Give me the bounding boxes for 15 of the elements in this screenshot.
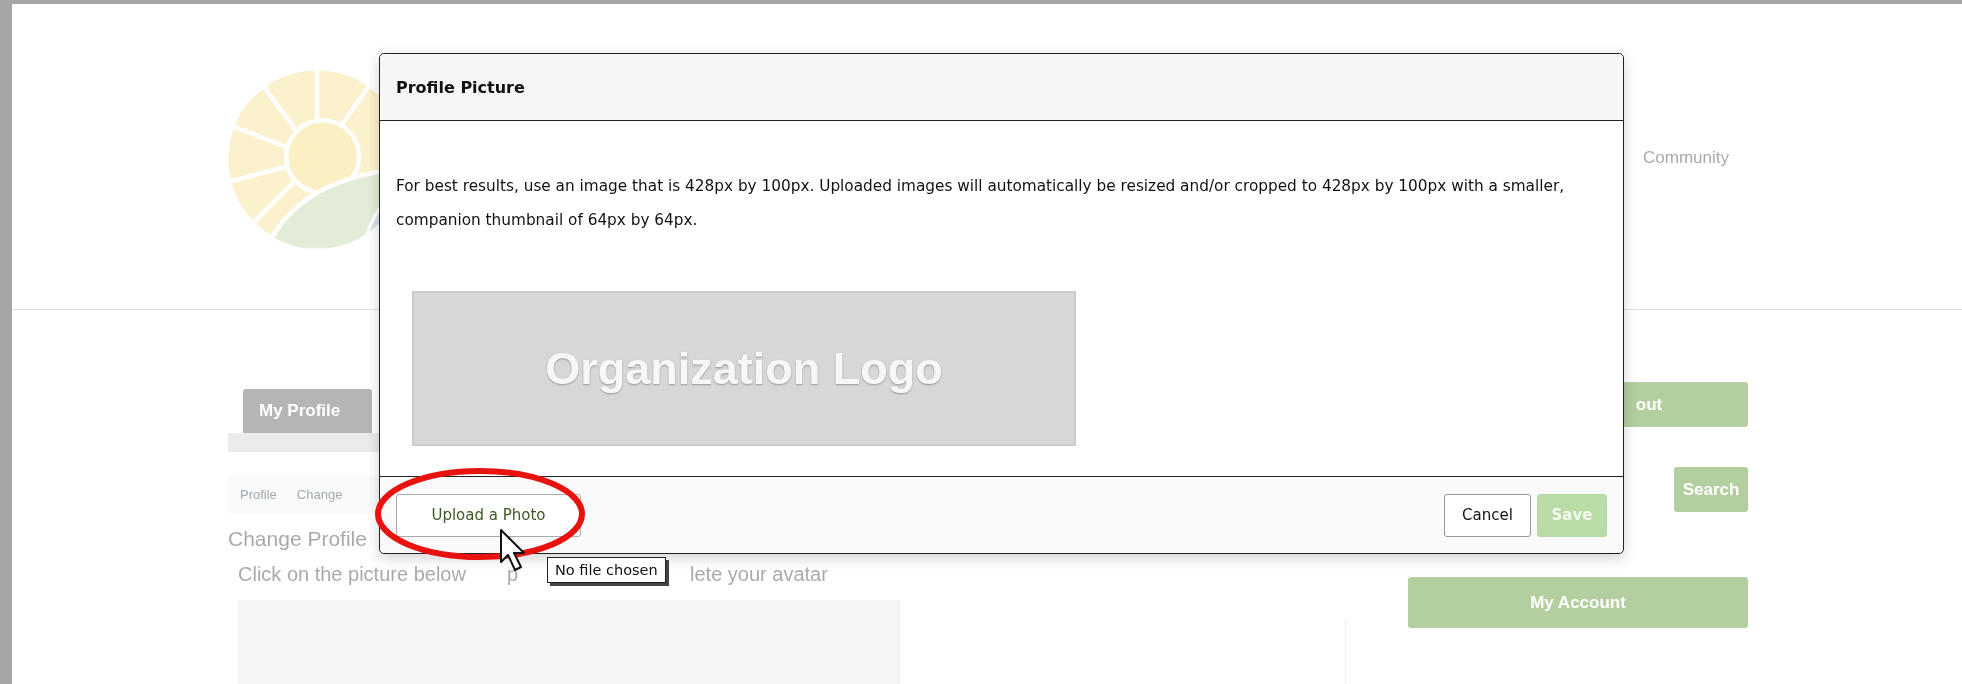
cancel-button[interactable]: Cancel xyxy=(1444,493,1531,537)
instruction-text: p xyxy=(506,563,518,586)
section-title: Change Profile xyxy=(228,527,367,551)
search-button[interactable]: Search xyxy=(1674,467,1748,512)
instruction-text: lete your avatar xyxy=(690,563,828,586)
upload-button[interactable]: Upload a Photo xyxy=(396,493,581,537)
breadcrumb-link[interactable]: Change xyxy=(296,487,343,502)
tooltip: No file chosen xyxy=(547,557,666,583)
account-button[interactable]: My Account xyxy=(1408,577,1748,628)
nav-link[interactable]: Community xyxy=(1643,148,1729,168)
profile-tab[interactable]: My Profile xyxy=(243,389,372,433)
dialog-title: Profile Picture xyxy=(396,77,525,97)
dialog-description: For best results, use an image that is 428px by 100px. Uploaded images will automatically be resized and/or cropped to 428px by 100px with a smaller, companion thumbnail of 64px by 64px. xyxy=(396,176,1566,231)
breadcrumb-link[interactable]: Profile xyxy=(240,487,277,502)
instruction-text: Click on the picture below xyxy=(238,563,466,586)
